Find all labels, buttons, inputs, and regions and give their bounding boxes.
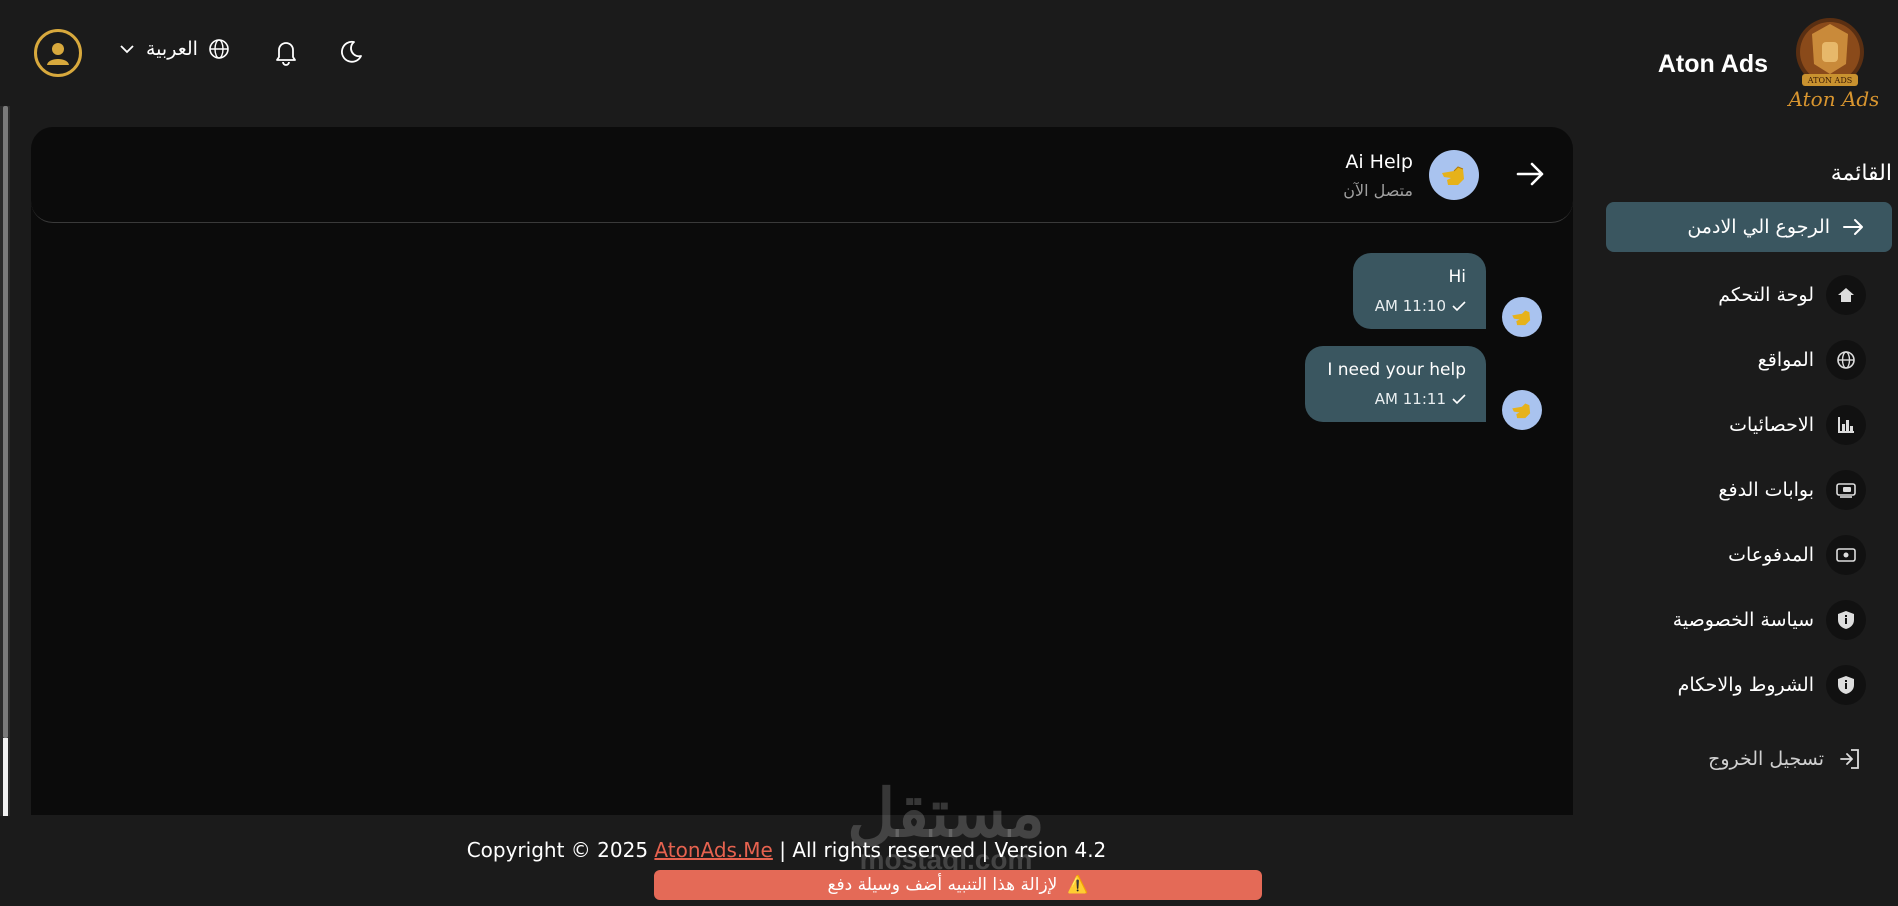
logout-label: تسجيل الخروج <box>1708 748 1824 770</box>
moon-icon <box>341 40 362 63</box>
sidebar-item-label: المواقع <box>1757 348 1814 371</box>
sidebar-title: القائمة <box>1830 161 1892 186</box>
check-icon <box>1452 394 1466 405</box>
scrollbar-thumb[interactable] <box>3 106 8 738</box>
sidebar-item-statistics[interactable]: الاحصائيات <box>1606 392 1892 457</box>
sidebar-item-label: المدفوعات <box>1728 543 1814 566</box>
message-time: AM 11:10 <box>1375 297 1466 315</box>
contact-avatar <box>1429 150 1479 200</box>
warning-icon: ⚠️ <box>1067 875 1089 895</box>
globe-icon <box>209 39 229 59</box>
sidebar-item-label: بوابات الدفع <box>1718 478 1814 501</box>
language-label: العربية <box>146 38 198 60</box>
message-row: Hi AM 11:10 <box>1352 253 1542 337</box>
back-arrow-icon[interactable] <box>1513 157 1547 191</box>
chevron-down-icon <box>120 45 134 54</box>
sidebar-item-privacy[interactable]: سياسة الخصوصية <box>1606 587 1892 652</box>
message-text: Hi <box>1448 267 1466 287</box>
sidebar-item-label: لوحة التحكم <box>1718 283 1814 306</box>
user-icon <box>47 43 69 65</box>
sender-avatar <box>1502 297 1542 337</box>
sidebar-item-label: الاحصائيات <box>1729 413 1814 436</box>
sidebar-item-payments[interactable]: المدفوعات <box>1606 522 1892 587</box>
theme-toggle-button[interactable] <box>334 36 366 68</box>
watermark-arabic: مستقل <box>847 776 1045 850</box>
payment-warning-banner[interactable]: لإزالة هذا التنبيه أضف وسيلة دفع ⚠️ <box>654 870 1262 900</box>
top-header: العربية Aton Ads ATON ADS Aton Ads <box>0 0 1898 111</box>
copyright-prefix: Copyright © 2025 <box>466 838 649 862</box>
svg-text:ATON ADS: ATON ADS <box>1807 76 1852 85</box>
chart-icon <box>1826 404 1866 445</box>
copyright-suffix: | All rights reserved | Version 4.2 <box>779 838 1107 862</box>
contact-status: متصل الآن <box>1343 181 1413 200</box>
pharaoh-logo-icon: ATON ADS Aton Ads <box>1787 18 1878 111</box>
sidebar-item-payment-gateways[interactable]: بوابات الدفع <box>1606 457 1892 522</box>
sidebar-item-label: سياسة الخصوصية <box>1672 608 1814 631</box>
chat-header: Ai Help متصل الآن <box>31 127 1573 223</box>
sidebar-item-terms[interactable]: الشروط والاحكام <box>1606 652 1892 717</box>
sidebar: القائمة الرجوع الي الادمن لوحة التحكم ال… <box>1606 150 1892 791</box>
hand-pointing-icon <box>1512 310 1531 326</box>
shield-icon <box>1826 664 1866 705</box>
cash-icon <box>1826 534 1866 575</box>
logout-icon <box>1840 749 1859 769</box>
page-scrollbar[interactable] <box>0 106 10 816</box>
message-time: AM 11:11 <box>1327 390 1466 408</box>
hand-pointing-icon <box>1442 166 1464 185</box>
brand[interactable]: Aton Ads ATON ADS Aton Ads <box>1658 14 1878 114</box>
back-to-admin-label: الرجوع الي الادمن <box>1687 216 1830 238</box>
svg-text:Aton Ads: Aton Ads <box>1787 87 1878 111</box>
hand-pointing-icon <box>1512 403 1531 419</box>
scrollbar-track-end <box>3 738 8 816</box>
message-bubble[interactable]: I need your help AM 11:11 <box>1305 346 1486 422</box>
user-avatar[interactable] <box>34 29 82 77</box>
warning-text: لإزالة هذا التنبيه أضف وسيلة دفع <box>827 875 1058 895</box>
footer: Copyright © 2025 AtonAds.Me | All rights… <box>0 838 1573 862</box>
sidebar-item-sites[interactable]: المواقع <box>1606 327 1892 392</box>
site-link[interactable]: AtonAds.Me <box>654 838 772 862</box>
message-text: I need your help <box>1327 360 1466 380</box>
logout-button[interactable]: تسجيل الخروج <box>1606 727 1892 791</box>
language-selector[interactable]: العربية <box>118 38 230 60</box>
chat-panel: Ai Help متصل الآن Hi AM 11:10 I need you… <box>31 127 1573 815</box>
home-icon <box>1826 274 1866 315</box>
check-icon <box>1452 301 1466 312</box>
brand-name: Aton Ads <box>1657 49 1768 78</box>
globe-icon <box>1826 339 1866 380</box>
message-row: I need your help AM 11:11 <box>1305 346 1542 430</box>
sender-avatar <box>1502 390 1542 430</box>
arrow-right-icon <box>1843 219 1863 235</box>
back-to-admin-button[interactable]: الرجوع الي الادمن <box>1606 202 1892 252</box>
contact-name: Ai Help <box>1345 151 1413 173</box>
sidebar-item-dashboard[interactable]: لوحة التحكم <box>1606 262 1892 327</box>
shield-icon <box>1826 599 1866 640</box>
message-bubble[interactable]: Hi AM 11:10 <box>1352 253 1486 329</box>
sidebar-item-label: الشروط والاحكام <box>1677 673 1814 696</box>
notifications-button[interactable] <box>270 36 302 68</box>
bell-icon <box>276 42 296 66</box>
payment-gateway-icon <box>1826 469 1866 510</box>
